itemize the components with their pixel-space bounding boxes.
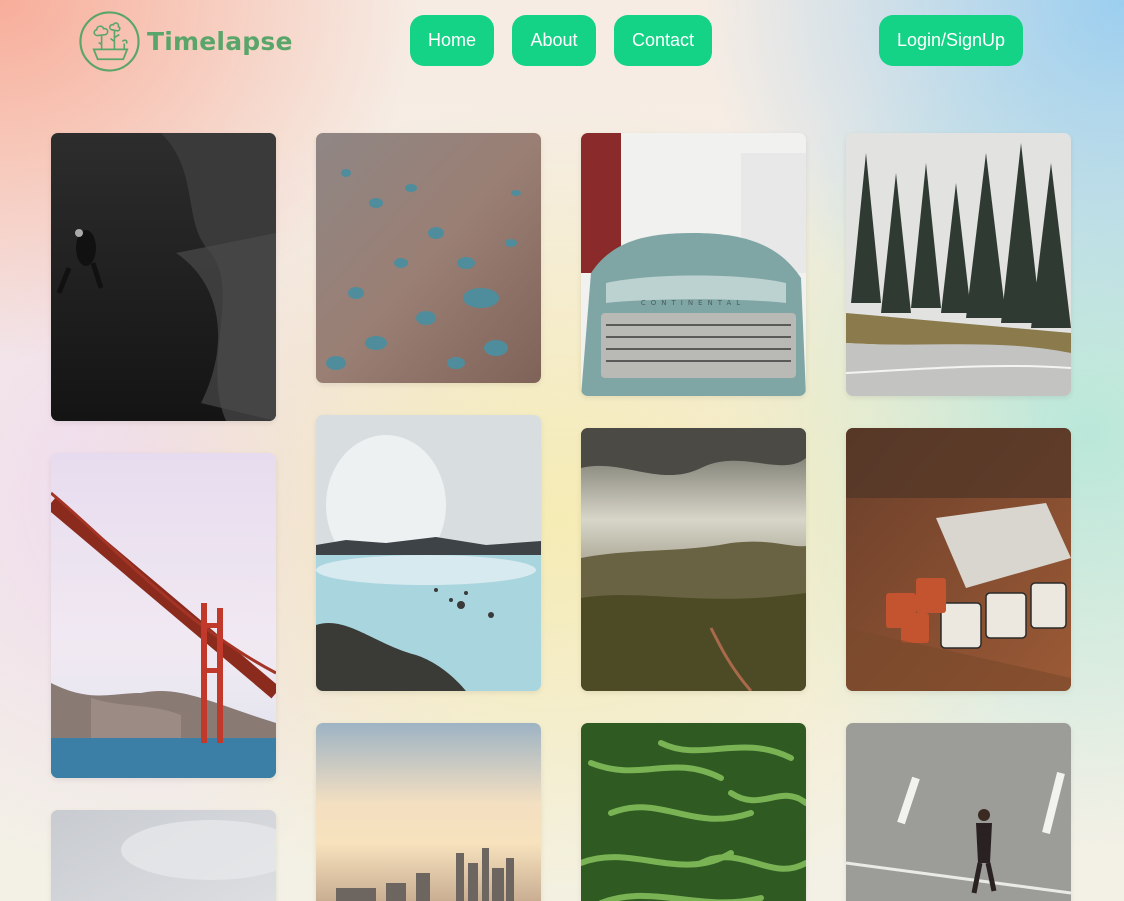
nav-about-button[interactable]: About	[512, 15, 596, 66]
tree-pot-icon	[79, 11, 140, 72]
gallery-photo-vintage-car[interactable]: CONTINENTAL	[581, 133, 806, 396]
gallery-photo-water-droplets[interactable]	[316, 133, 541, 383]
gallery-photo-scuba-diver[interactable]	[51, 133, 276, 421]
gallery-photo-golden-gate-bridge[interactable]	[51, 453, 276, 778]
brand-logo[interactable]: Timelapse	[78, 10, 293, 73]
gallery-photo-valley[interactable]	[581, 428, 806, 691]
gallery-photo-foggy-forest-road[interactable]	[846, 133, 1071, 396]
gallery-photo-enamel-mugs[interactable]	[846, 428, 1071, 691]
gallery-photo-blue-lagoon[interactable]	[316, 415, 541, 691]
brand-name: Timelapse	[147, 27, 293, 56]
gallery-photo-green-beans[interactable]	[581, 723, 806, 901]
gallery-photo-man-walking[interactable]	[846, 723, 1071, 901]
gallery-photo-city-skyline[interactable]	[316, 723, 541, 901]
svg-text:CONTINENTAL: CONTINENTAL	[641, 299, 745, 307]
nav-home-button[interactable]: Home	[410, 15, 494, 66]
gallery-photo-misty-sky[interactable]	[51, 810, 276, 901]
login-signup-button[interactable]: Login/SignUp	[879, 15, 1023, 66]
nav-contact-button[interactable]: Contact	[614, 15, 712, 66]
